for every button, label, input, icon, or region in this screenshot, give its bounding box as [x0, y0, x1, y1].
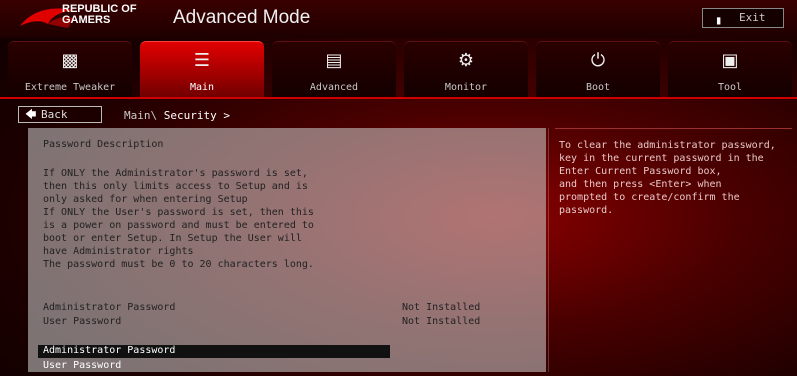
- tab-label: Main: [189, 82, 215, 93]
- help-line: prompted to create/confirm the: [559, 192, 740, 203]
- gauge-icon: ▩: [61, 50, 79, 71]
- description-line: If ONLY the User's password is set, then…: [43, 207, 314, 218]
- exit-button[interactable]: ▮ Exit: [702, 8, 784, 28]
- exit-door-icon: ▮: [715, 13, 723, 27]
- tool-icon: ▣: [721, 50, 739, 71]
- tab-extreme-tweaker[interactable]: ▩ Extreme Tweaker: [8, 41, 132, 97]
- tab-label: Monitor: [444, 82, 488, 93]
- advanced-icon: ▤: [325, 50, 343, 71]
- description-line: only asked for when entering Setup: [43, 194, 248, 205]
- user-password-option[interactable]: User Password: [43, 360, 121, 371]
- help-line: password.: [559, 205, 614, 216]
- description-line: If ONLY the Administrator's password is …: [43, 168, 308, 179]
- tab-label: Boot: [585, 82, 611, 93]
- administrator-password-option[interactable]: Administrator Password: [43, 345, 175, 356]
- tab-advanced[interactable]: ▤ Advanced: [272, 41, 396, 97]
- help-line: To clear the administrator password,: [559, 140, 776, 151]
- breadcrumb-current: Security >: [163, 109, 230, 122]
- help-line: key in the current password in the: [559, 153, 764, 164]
- description-line: The password must be 0 to 20 characters …: [43, 259, 314, 270]
- page-title: Advanced Mode: [173, 7, 311, 28]
- logo-line2: GAMERS: [62, 14, 111, 26]
- description-line: is a power on password and must be enter…: [43, 220, 314, 231]
- breadcrumb: Main\ Security >: [124, 109, 230, 122]
- tab-label: Extreme Tweaker: [24, 82, 116, 93]
- tab-underline: [0, 97, 797, 99]
- help-line: Enter Current Password box,: [559, 166, 722, 177]
- header-bar: REPUBLIC OF GAMERS Advanced Mode ▮ Exit: [0, 0, 797, 38]
- description-line: then this only limits access to Setup an…: [43, 181, 308, 192]
- tab-label: Advanced: [309, 82, 359, 93]
- back-label: Back: [41, 108, 68, 121]
- tab-monitor[interactable]: ⚙ Monitor: [404, 41, 528, 97]
- help-divider: [555, 128, 792, 129]
- breadcrumb-root[interactable]: Main\: [124, 109, 157, 122]
- exit-label: Exit: [739, 11, 766, 24]
- help-panel: To clear the administrator password, key…: [555, 128, 792, 372]
- logo-text: REPUBLIC OF GAMERS: [62, 4, 137, 26]
- tab-label: Tool: [717, 82, 743, 93]
- power-icon: ⏻: [590, 50, 606, 71]
- tab-tool[interactable]: ▣ Tool: [668, 41, 792, 97]
- back-button[interactable]: 🡄 Back: [18, 106, 102, 123]
- description-line: boot or enter Setup. In Setup the User w…: [43, 233, 302, 244]
- list-icon: ☰: [193, 50, 211, 71]
- user-password-status-label: User Password: [43, 316, 122, 327]
- panel-divider: [548, 128, 549, 372]
- section-title: Password Description: [43, 139, 164, 150]
- tab-boot[interactable]: ⏻ Boot: [536, 41, 660, 97]
- description-line: have Administrator rights: [43, 246, 194, 257]
- user-password-status-value: Not Installed: [402, 316, 481, 327]
- help-line: and then press <Enter> when: [559, 179, 722, 190]
- tab-bar: ▩ Extreme Tweaker ☰ Main ▤ Advanced ⚙ Mo…: [8, 41, 792, 97]
- monitor-icon: ⚙: [457, 50, 475, 71]
- back-arrow-icon: 🡄: [25, 108, 37, 121]
- tab-main[interactable]: ☰ Main: [140, 41, 264, 97]
- admin-password-status-value: Not Installed: [402, 302, 481, 313]
- admin-password-status-label: Administrator Password: [43, 302, 176, 313]
